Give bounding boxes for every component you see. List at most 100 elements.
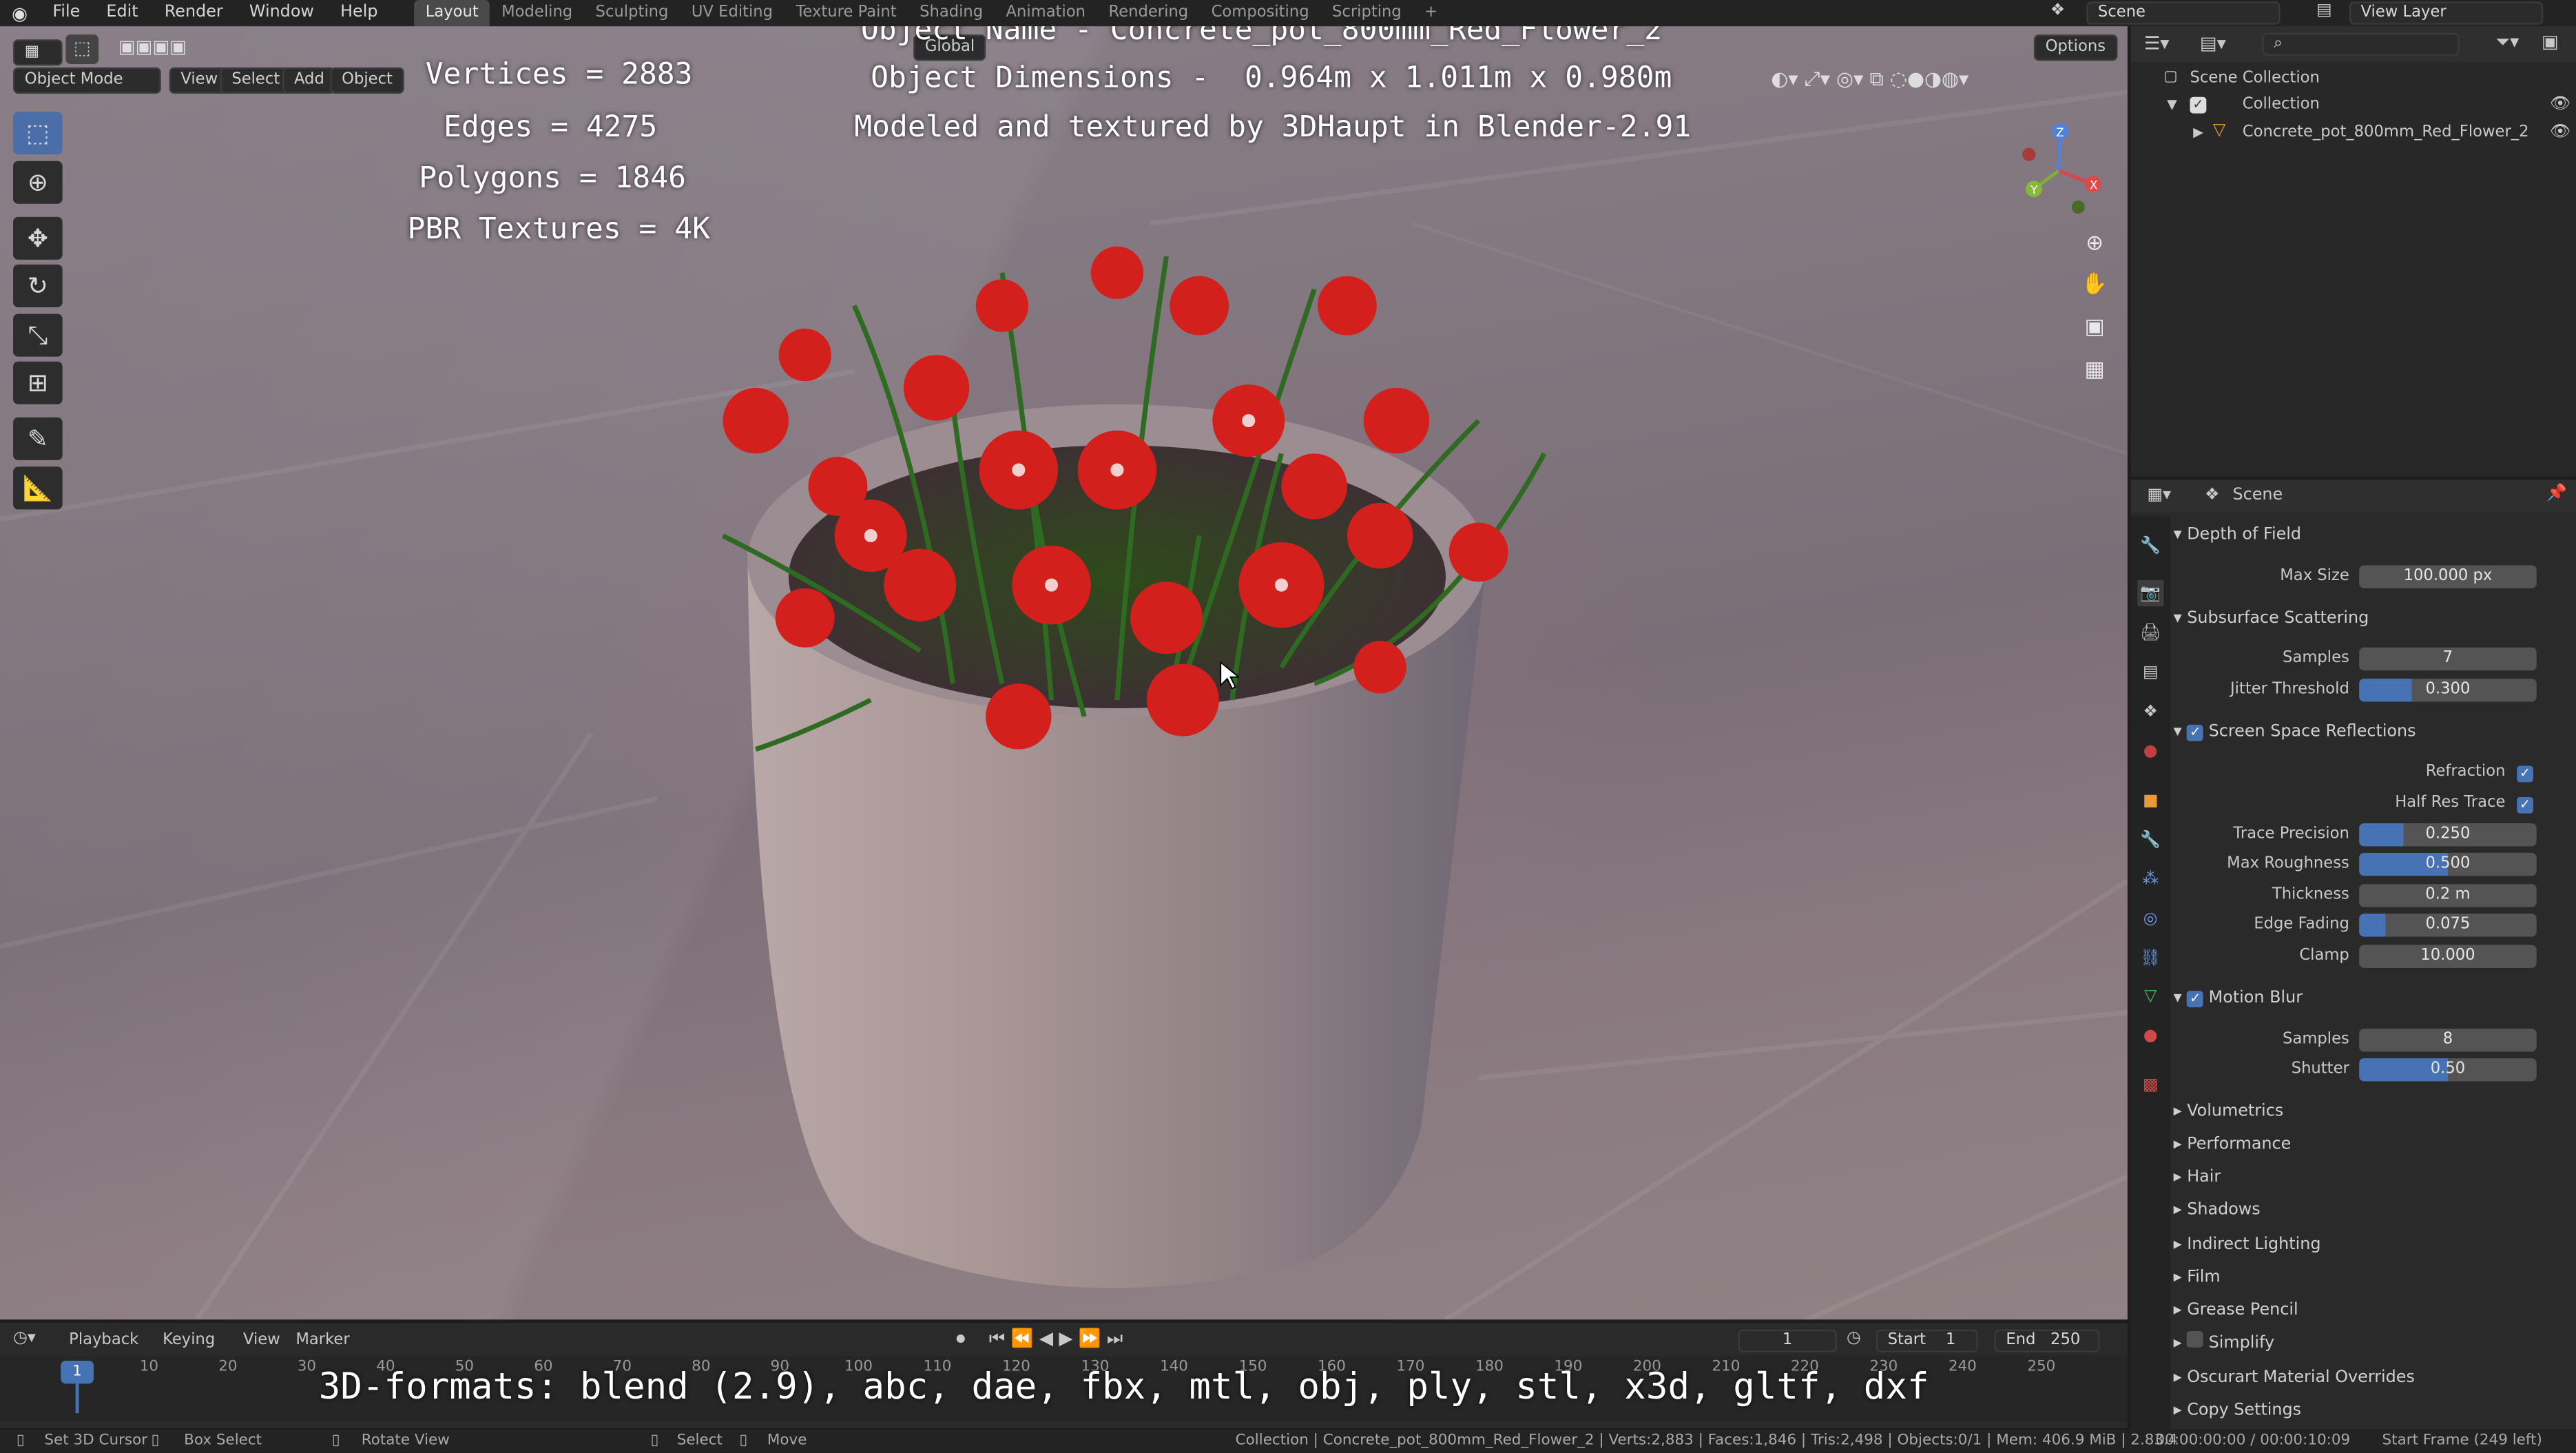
jitter-threshold-slider[interactable]: 0.300 [2359, 679, 2537, 702]
marker-menu[interactable]: Marker [295, 1331, 349, 1349]
ssr-section-header[interactable]: ▾ ✓ Screen Space Reflections [2174, 717, 2416, 750]
menu-render[interactable]: Render [152, 0, 236, 26]
motion-blur-checkbox[interactable]: ✓ [2187, 991, 2204, 1008]
outliner-search-input[interactable]: ⌕ [2262, 32, 2460, 56]
grease-pencil-section[interactable]: ▸ Grease Pencil [2174, 1295, 2298, 1328]
shadows-section[interactable]: ▸ Shadows [2174, 1195, 2261, 1228]
object-mode-dropdown[interactable]: Object Mode [13, 67, 161, 94]
tab-sculpting[interactable]: Sculpting [584, 0, 680, 26]
trace-precision-slider[interactable]: 0.250 [2359, 823, 2537, 847]
playback-controls-icons[interactable]: ⏮ ⏪ ◀ ▶ ⏩ ⏭ [989, 1328, 1123, 1350]
object-menu[interactable]: Object [330, 67, 404, 94]
copy-settings-section[interactable]: ▸ Copy Settings [2174, 1395, 2301, 1428]
half-res-trace-checkbox[interactable]: ✓ [2517, 796, 2533, 814]
collection-visibility-icon[interactable]: 👁 [2550, 95, 2570, 113]
blender-logo-icon[interactable]: ◉ [0, 3, 39, 24]
motion-blur-section-header[interactable]: ▾ ✓ Motion Blur [2174, 982, 2303, 1016]
thickness-field[interactable]: 0.2 m [2359, 884, 2537, 907]
clamp-field[interactable]: 10.000 [2359, 945, 2537, 968]
data-tab-icon[interactable]: ▽ [2137, 982, 2163, 1009]
display-mode-icon[interactable]: ☰▾ [2144, 33, 2170, 54]
hair-section[interactable]: ▸ Hair [2174, 1162, 2221, 1195]
options-dropdown[interactable]: Options [2033, 34, 2117, 61]
output-tab-icon[interactable]: 🖨 [2137, 619, 2163, 646]
selection-mode-icons[interactable]: ▣▣▣▣ [118, 36, 187, 57]
tab-texture-paint[interactable]: Texture Paint [785, 0, 908, 26]
view-layer-selector[interactable]: View Layer [2349, 1, 2544, 25]
tab-animation[interactable]: Animation [995, 0, 1097, 26]
navigation-gizmo[interactable]: Z X Y [2013, 122, 2105, 214]
tab-uv-editing[interactable]: UV Editing [680, 0, 785, 26]
menu-file[interactable]: File [39, 0, 93, 26]
menu-edit[interactable]: Edit [93, 0, 151, 26]
tab-scripting[interactable]: Scripting [1320, 0, 1413, 26]
timeline-editor-icon[interactable]: ◷▾ [13, 1330, 36, 1348]
simplify-checkbox[interactable] [2187, 1331, 2204, 1348]
collection-checkbox[interactable]: ✓ [2190, 96, 2207, 114]
menu-help[interactable]: Help [327, 0, 391, 26]
move-tool-icon[interactable]: ✥ [13, 216, 63, 260]
filter-view-icon[interactable]: ▤▾ [2200, 33, 2226, 54]
volumetrics-section[interactable]: ▸ Volumetrics [2174, 1096, 2284, 1129]
sss-section-header[interactable]: ▾ Subsurface Scattering [2174, 603, 2369, 636]
object-label[interactable]: Concrete_pot_800mm_Red_Flower_2 [2243, 123, 2529, 141]
measure-tool-icon[interactable]: 📐 [13, 466, 63, 510]
select-menu[interactable]: Select [220, 67, 291, 94]
add-menu[interactable]: Add [282, 67, 336, 94]
tool-tab-icon[interactable]: 🔧 [2137, 533, 2163, 559]
tab-layout[interactable]: Layout [413, 0, 490, 27]
current-frame-field[interactable]: 1 [1738, 1329, 1837, 1353]
filter-icon[interactable]: ⏷▾ [2495, 31, 2519, 54]
max-roughness-slider[interactable]: 0.500 [2359, 852, 2537, 876]
dof-section-header[interactable]: ▾ Depth of Field [2174, 519, 2301, 553]
select-box-tool-icon[interactable]: ⬚ [13, 112, 63, 155]
pin-icon[interactable]: 📌 [2546, 485, 2567, 503]
add-workspace-button[interactable]: + [1413, 0, 1448, 26]
edge-fading-slider[interactable]: 0.075 [2359, 914, 2537, 937]
3d-viewport[interactable]: ▦ ▾ ⬚ ▣▣▣▣ Object Mode View Select Add O… [0, 26, 2128, 1320]
editor-type-button[interactable]: ▦ ▾ [13, 39, 63, 84]
object-visibility-icon[interactable]: 👁 [2550, 123, 2570, 141]
grid-icon[interactable]: ▦ [2075, 351, 2115, 387]
flower-pot-model[interactable] [624, 207, 1610, 1308]
shutter-slider[interactable]: 0.50 [2359, 1058, 2537, 1082]
refraction-checkbox[interactable]: ✓ [2517, 765, 2533, 783]
simplify-section[interactable]: ▸ Simplify [2174, 1328, 2274, 1361]
sss-samples-field[interactable]: 7 [2359, 647, 2537, 671]
playback-menu[interactable]: Playback [69, 1331, 138, 1349]
film-section[interactable]: ▸ Film [2174, 1262, 2221, 1295]
ssr-checkbox[interactable]: ✓ [2187, 724, 2204, 741]
scene-collection-label[interactable]: Scene Collection [2190, 69, 2319, 87]
view-menu-timeline[interactable]: View [243, 1331, 280, 1349]
select-tool-icon[interactable]: ⬚ [65, 34, 99, 65]
object-expand-icon[interactable]: ▶ [2193, 125, 2203, 139]
indirect-lighting-section[interactable]: ▸ Indirect Lighting [2174, 1229, 2321, 1262]
record-icon[interactable]: ⏺ [956, 1328, 965, 1350]
collection-expand-icon[interactable]: ▼ [2167, 97, 2177, 112]
mb-samples-field[interactable]: 8 [2359, 1029, 2537, 1052]
scene-selector[interactable]: Scene [2086, 1, 2281, 25]
collection-label[interactable]: Collection [2216, 95, 2320, 113]
tab-shading[interactable]: Shading [908, 0, 994, 26]
max-size-field[interactable]: 100.000 px [2359, 565, 2537, 588]
world-tab-icon[interactable]: ● [2137, 738, 2163, 764]
object-tab-icon[interactable]: ■ [2137, 787, 2163, 814]
properties-editor-icon[interactable]: ▦▾ [2147, 486, 2171, 504]
performance-section[interactable]: ▸ Performance [2174, 1129, 2292, 1162]
end-frame-field[interactable]: End 250 [1994, 1329, 2100, 1353]
new-collection-icon[interactable]: ▣ [2542, 31, 2559, 52]
camera-icon[interactable]: ▣ [2075, 309, 2115, 344]
view-layer-icon[interactable]: ▤ [2316, 1, 2332, 19]
keying-menu[interactable]: Keying [163, 1331, 215, 1349]
start-frame-field[interactable]: Start 1 [1876, 1329, 1978, 1353]
scale-tool-icon[interactable]: ⤡ [13, 313, 63, 357]
annotate-tool-icon[interactable]: ✎ [13, 417, 63, 460]
pan-hand-icon[interactable]: ✋ [2075, 266, 2115, 302]
transform-tool-icon[interactable]: ⊞ [13, 361, 63, 404]
tab-modeling[interactable]: Modeling [490, 0, 583, 26]
rotate-tool-icon[interactable]: ↻ [13, 265, 63, 308]
tab-compositing[interactable]: Compositing [1200, 0, 1320, 26]
menu-window[interactable]: Window [236, 0, 327, 26]
scene-icon[interactable]: ❖ [2050, 1, 2065, 19]
zoom-icon[interactable]: ⊕ [2075, 225, 2115, 261]
